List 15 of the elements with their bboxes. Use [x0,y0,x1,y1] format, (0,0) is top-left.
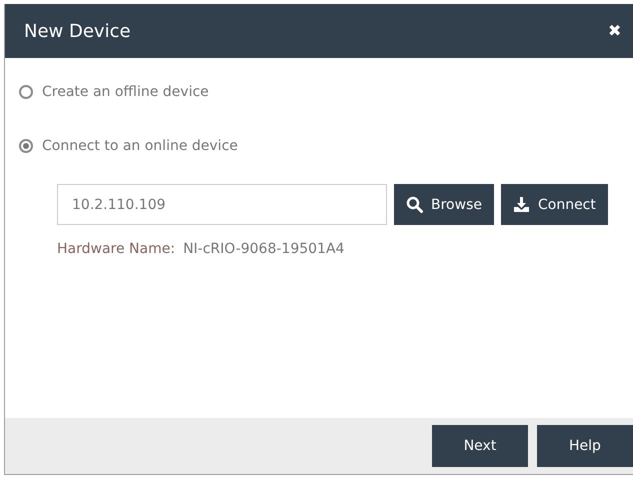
radio-button[interactable] [19,85,33,99]
radio-button[interactable] [19,139,33,153]
search-icon [406,196,423,213]
hardware-name-label: Hardware Name: [57,241,176,257]
connect-button[interactable]: Connect [500,184,608,225]
download-icon [512,196,530,213]
address-field[interactable]: 10.2.110.109 [57,184,387,225]
dialog-title: New Device [24,20,131,42]
browse-button[interactable]: Browse [394,184,494,225]
hardware-name-value: NI-cRIO-9068-19501A4 [183,241,344,257]
option-label: Connect to an online device [42,138,238,154]
next-button[interactable]: Next [432,425,528,467]
close-button[interactable]: ✖ [608,21,621,41]
option-label: Create an offline device [42,84,209,100]
help-button[interactable]: Help [537,425,633,467]
